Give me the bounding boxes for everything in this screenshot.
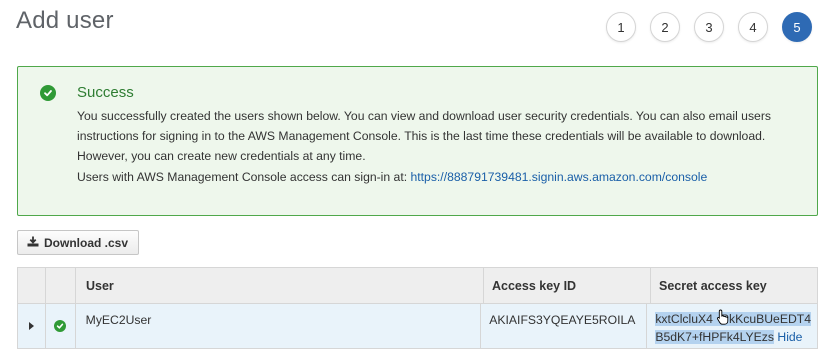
download-icon — [27, 236, 39, 250]
signin-text: Users with AWS Management Console access… — [77, 170, 707, 184]
wizard-steps: 1 2 3 4 5 — [606, 12, 812, 42]
credentials-table: User Access key ID Secret access key MyE… — [17, 267, 818, 349]
caret-right-icon — [28, 322, 34, 330]
success-message: You successfully created the users shown… — [77, 109, 771, 163]
success-alert: Success You successfully created the use… — [17, 66, 818, 216]
check-circle-icon — [40, 85, 56, 101]
secret-key-part-3: B5dK7+fHPFk4LYEzs — [655, 330, 774, 344]
page-title: Add user — [16, 7, 114, 34]
table-header: User Access key ID Secret access key — [18, 268, 817, 304]
success-title: Success — [77, 84, 134, 101]
hide-secret-link[interactable]: Hide — [777, 330, 802, 344]
hand-cursor-icon — [716, 309, 730, 330]
header-secret-access-key[interactable]: Secret access key — [651, 268, 817, 303]
step-3[interactable]: 3 — [694, 12, 724, 42]
step-2[interactable]: 2 — [650, 12, 680, 42]
secret-access-key-cell: kxtClcluX4 PkKcuBUeEDT4 B5dK7+fHPFk4LYEzs… — [647, 304, 817, 348]
step-5[interactable]: 5 — [782, 12, 812, 42]
check-circle-icon — [54, 320, 67, 332]
user-name-cell: MyEC2User — [76, 304, 482, 348]
signin-url-link[interactable]: https://888791739481.signin.aws.amazon.c… — [411, 170, 708, 184]
table-row: MyEC2User AKIAIFS3YQEAYE5ROILA kxtClcluX… — [18, 304, 817, 349]
signin-label: Users with AWS Management Console access… — [77, 170, 411, 184]
expand-row-toggle[interactable] — [18, 304, 46, 348]
download-csv-button[interactable]: Download .csv — [17, 230, 140, 255]
step-4[interactable]: 4 — [738, 12, 768, 42]
step-1[interactable]: 1 — [606, 12, 636, 42]
download-csv-label: Download .csv — [44, 235, 129, 250]
secret-key-part-1: kxtClcluX4 — [655, 312, 713, 326]
header-access-key-id[interactable]: Access key ID — [484, 268, 651, 303]
header-user[interactable]: User — [76, 268, 484, 303]
access-key-id-cell: AKIAIFS3YQEAYE5ROILA — [481, 304, 648, 348]
